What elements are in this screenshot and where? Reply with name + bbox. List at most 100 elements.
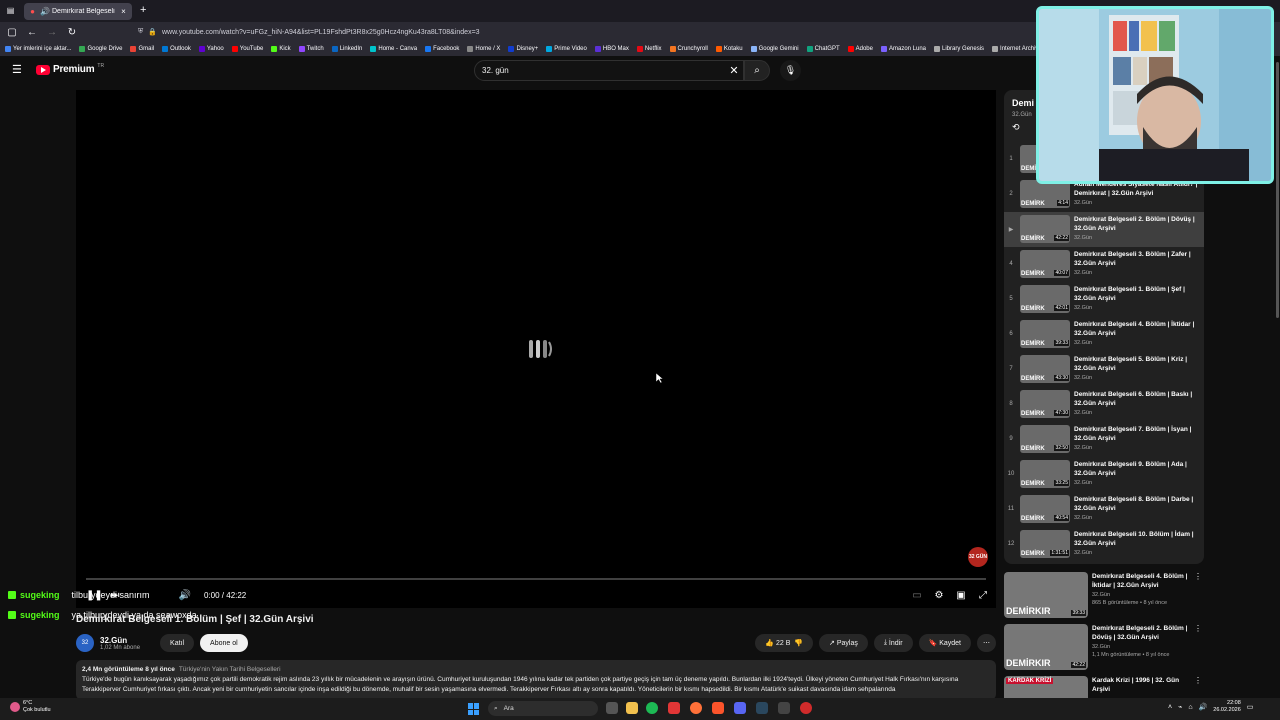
- playlist-thumbnail[interactable]: DEMİRK 40:07: [1020, 250, 1070, 278]
- steam-icon[interactable]: [756, 702, 768, 714]
- bookmark-item[interactable]: Kotaku: [715, 46, 743, 52]
- file-explorer-icon[interactable]: [626, 702, 638, 714]
- bookmark-item[interactable]: Amazon Luna: [880, 46, 926, 52]
- bookmark-item[interactable]: Library Genesis: [934, 46, 984, 52]
- brave-icon[interactable]: [712, 702, 724, 714]
- bookmark-item[interactable]: ChatGPT: [806, 46, 840, 52]
- like-button[interactable]: 👍 22 B 👎: [755, 634, 814, 652]
- bookmark-item[interactable]: Google Drive: [79, 46, 122, 52]
- taskbar-search[interactable]: ⌕ Ara: [488, 701, 598, 716]
- channel-name[interactable]: 32.Gün: [100, 636, 140, 645]
- hashtag[interactable]: Türkiye'nin Yakın Tarihi Belgeselleri: [179, 666, 281, 673]
- hamburger-menu-icon[interactable]: ☰: [12, 64, 24, 76]
- search-value[interactable]: 32. gün: [482, 66, 725, 75]
- playlist-thumbnail[interactable]: DEMİRK 42:01: [1020, 285, 1070, 313]
- usb-icon[interactable]: ⌁: [1178, 703, 1182, 711]
- channel-watermark[interactable]: 32 GÜN: [968, 547, 988, 567]
- bookmark-item[interactable]: Home - Canva: [370, 46, 417, 52]
- voice-search-button[interactable]: 🎙: [780, 60, 801, 81]
- playlist-thumbnail[interactable]: DEMİRK 32:50: [1020, 425, 1070, 453]
- more-actions-icon[interactable]: ⋯: [977, 634, 996, 652]
- save-button[interactable]: 🔖 Kaydet: [918, 634, 971, 652]
- recommendation-thumbnail[interactable]: DEMİRKIR 39:33: [1004, 572, 1088, 618]
- join-button[interactable]: Katıl: [160, 634, 195, 652]
- close-tab-icon[interactable]: ×: [119, 7, 128, 16]
- playlist-thumbnail[interactable]: DEMİRK 43:30: [1020, 355, 1070, 383]
- playlist-item[interactable]: ▶ DEMİRK 42:22 Demirkırat Belgeseli 2. Bölü…: [1004, 212, 1204, 247]
- playlist-thumbnail[interactable]: DEMİRK 4:14: [1020, 180, 1070, 208]
- url-text[interactable]: www.youtube.com/watch?v=uFGz_hiN-A94&lis…: [162, 29, 480, 36]
- playlist-thumbnail[interactable]: DEMİRK 33:25: [1020, 460, 1070, 488]
- task-view-icon[interactable]: [606, 702, 618, 714]
- clear-search-icon[interactable]: ✕: [725, 64, 743, 77]
- subscribe-button[interactable]: Abone ol: [200, 634, 248, 652]
- bookmark-item[interactable]: Yahoo: [198, 46, 224, 52]
- bookmark-item[interactable]: Outlook: [162, 46, 191, 52]
- playlist-thumbnail[interactable]: DEMİRK 42:22: [1020, 215, 1070, 243]
- bookmark-item[interactable]: Home / X: [467, 46, 500, 52]
- spotify-icon[interactable]: [646, 702, 658, 714]
- playlist-item[interactable]: 7 DEMİRK 43:30 Demirkırat Belgeseli 5. Bölü…: [1004, 352, 1204, 387]
- browser-tab-active[interactable]: ● 🔊 Demirkırat Belgeseli 1. Bölü ×: [24, 3, 132, 20]
- search-input[interactable]: 32. gün ✕: [474, 60, 744, 81]
- miniplayer-icon[interactable]: ▣: [954, 590, 968, 601]
- notifications-icon[interactable]: ▭: [1247, 703, 1254, 711]
- playlist-thumbnail[interactable]: DEMİRK 40:54: [1020, 495, 1070, 523]
- playlist-item[interactable]: 8 DEMİRK 47:30 Demirkırat Belgeseli 6. Bölü…: [1004, 387, 1204, 422]
- bookmark-item[interactable]: HBO Max: [594, 46, 629, 52]
- bookmark-item[interactable]: Crunchyroll: [669, 46, 708, 52]
- bookmark-item[interactable]: Adobe: [847, 46, 873, 52]
- bookmark-item[interactable]: Disney+: [508, 46, 538, 52]
- bookmark-item[interactable]: Kick: [271, 46, 291, 52]
- firefox-icon[interactable]: [690, 702, 702, 714]
- playlist-item[interactable]: 12 DEMİRK 1:31:51 Demirkırat Belgeseli 10. …: [1004, 527, 1204, 562]
- playlist-item[interactable]: 9 DEMİRK 32:50 Demirkırat Belgeseli 7. Bölü…: [1004, 422, 1204, 457]
- playlist-thumbnail[interactable]: DEMİRK 47:30: [1020, 390, 1070, 418]
- description-box[interactable]: 2,4 Mn görüntüleme 8 yıl önce Türkiye'nin…: [76, 660, 996, 700]
- volume-icon[interactable]: 🔊: [178, 590, 192, 601]
- playlist-item[interactable]: 6 DEMİRK 39:33 Demirkırat Belgeseli 4. Bölü…: [1004, 317, 1204, 352]
- bookmark-item[interactable]: Internet Archive: [992, 46, 1042, 52]
- new-tab-button[interactable]: +: [140, 4, 146, 16]
- more-options-icon[interactable]: ⋮: [1194, 624, 1204, 672]
- page-scrollbar[interactable]: [1276, 62, 1279, 318]
- thumbs-down-icon[interactable]: 👎: [794, 639, 803, 647]
- reload-icon[interactable]: ↻: [66, 27, 78, 38]
- playlist-thumbnail[interactable]: DEMİRK 39:33: [1020, 320, 1070, 348]
- speaker-icon[interactable]: 🔊: [40, 7, 50, 16]
- app-icon[interactable]: [778, 702, 790, 714]
- progress-bar[interactable]: [86, 578, 986, 580]
- chevron-up-icon[interactable]: ˄: [1168, 704, 1172, 711]
- playlist-item[interactable]: 5 DEMİRK 42:01 Demirkırat Belgeseli 1. Bölü…: [1004, 282, 1204, 317]
- playlist-item[interactable]: 10 DEMİRK 33:25 Demirkırat Belgeseli 9. Böl…: [1004, 457, 1204, 492]
- bookmark-item[interactable]: Gmail: [130, 46, 154, 52]
- clock[interactable]: 22:08 26.02.2026: [1213, 700, 1241, 714]
- app-icon[interactable]: [668, 702, 680, 714]
- bookmark-item[interactable]: LinkedIn: [331, 46, 362, 52]
- bookmark-item[interactable]: Prime Video: [546, 46, 587, 52]
- bookmark-item[interactable]: Twitch: [298, 46, 324, 52]
- subtitles-icon[interactable]: ▭: [910, 590, 924, 601]
- forward-icon[interactable]: →: [46, 27, 58, 38]
- search-button[interactable]: ⌕: [744, 60, 770, 81]
- channel-avatar[interactable]: 32: [76, 634, 94, 652]
- settings-gear-icon[interactable]: ⚙: [932, 590, 946, 601]
- recommendation-item[interactable]: DEMİRKIR 39:33 Demirkırat Belgeseli 4. Böl…: [1004, 572, 1204, 620]
- back-icon[interactable]: ←: [26, 27, 38, 38]
- windows-start-icon[interactable]: [468, 703, 480, 715]
- weather-widget[interactable]: 6°C Çok bulutlu: [10, 700, 51, 714]
- bookmark-item[interactable]: Facebook: [425, 46, 459, 52]
- more-options-icon[interactable]: ⋮: [1194, 572, 1204, 620]
- share-button[interactable]: ↗ Paylaş: [819, 634, 868, 652]
- playlist-item[interactable]: 4 DEMİRK 40:07 Demirkırat Belgeseli 3. Bölü…: [1004, 247, 1204, 282]
- network-icon[interactable]: ⌂: [1188, 704, 1192, 711]
- discord-icon[interactable]: [734, 702, 746, 714]
- youtube-premium-logo[interactable]: Premium TR: [36, 63, 104, 75]
- sidebar-toggle-icon[interactable]: ▢: [6, 27, 18, 38]
- bookmark-item[interactable]: Netflix: [636, 46, 662, 52]
- recommendation-item[interactable]: DEMİRKIR 42:22 Demirkırat Belgeseli 2. Böl…: [1004, 624, 1204, 672]
- volume-icon[interactable]: 🔊: [1199, 703, 1208, 711]
- bookmark-item[interactable]: Google Gemini: [750, 46, 799, 52]
- playlist-item[interactable]: 11 DEMİRK 40:54 Demirkırat Belgeseli 8. Böl…: [1004, 492, 1204, 527]
- obs-icon[interactable]: [800, 702, 812, 714]
